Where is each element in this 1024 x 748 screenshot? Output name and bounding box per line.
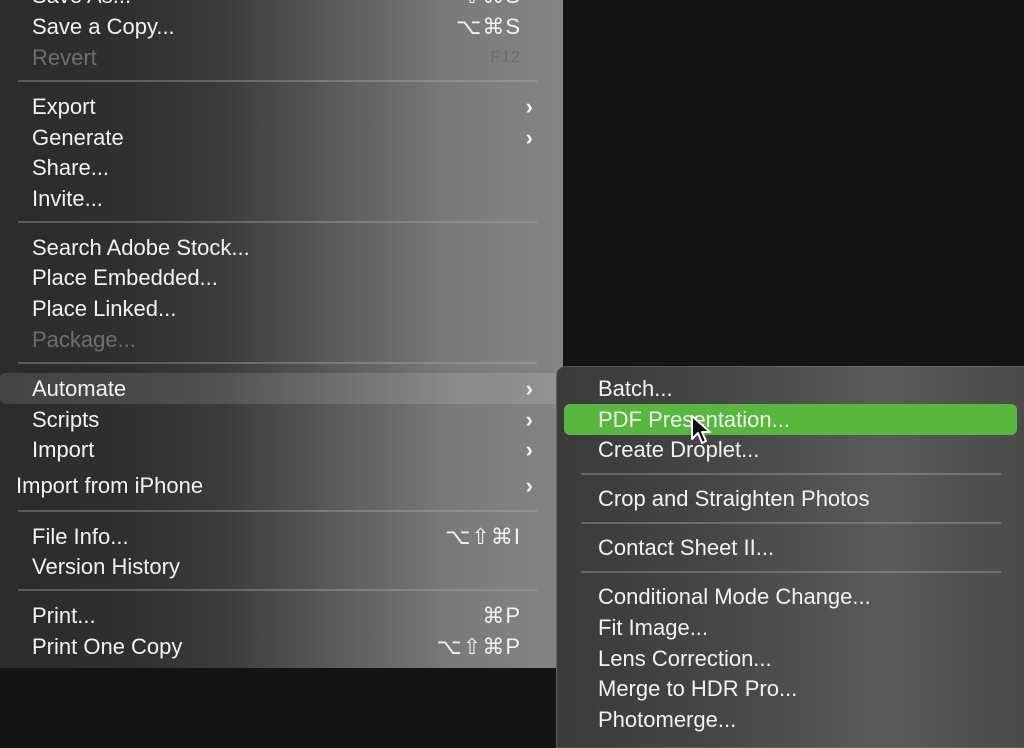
menu-item-scripts[interactable]: Scripts › [0, 404, 563, 435]
menu-separator [18, 362, 537, 364]
menu-separator [18, 80, 537, 82]
automate-submenu: Batch... PDF Presentation... Create Drop… [556, 366, 1024, 748]
shortcut: ⇧⌘S [463, 0, 521, 11]
submenu-item-crop-and-straighten[interactable]: Crop and Straighten Photos [557, 483, 1024, 514]
menu-separator [581, 522, 1001, 524]
submenu-item-contact-sheet[interactable]: Contact Sheet II... [557, 532, 1024, 563]
shortcut: ⌘P [482, 603, 521, 628]
menu-item-export[interactable]: Export › [0, 91, 563, 122]
submenu-item-photomerge[interactable]: Photomerge... [557, 704, 1024, 735]
menu-item-print-one-copy[interactable]: Print One Copy ⌥⇧⌘P [0, 631, 563, 662]
file-menu: Save As... ⇧⌘S Save a Copy... ⌥⌘S Revert… [0, 0, 563, 668]
submenu-item-merge-to-hdr-pro[interactable]: Merge to HDR Pro... [557, 673, 1024, 704]
shortcut: F12 [490, 49, 521, 66]
menu-item-file-info[interactable]: File Info... ⌥⇧⌘I [0, 521, 563, 552]
mouse-pointer-icon [691, 415, 711, 444]
menu-item-place-linked[interactable]: Place Linked... [0, 293, 563, 324]
menu-item-import[interactable]: Import › [0, 434, 563, 465]
menu-separator [18, 510, 537, 512]
menu-item-place-embedded[interactable]: Place Embedded... [0, 262, 563, 293]
submenu-item-fit-image[interactable]: Fit Image... [557, 612, 1024, 643]
menu-item-print[interactable]: Print... ⌘P [0, 600, 563, 631]
menu-item-package: Package... [32, 327, 136, 352]
menu-item-search-adobe-stock[interactable]: Search Adobe Stock... [0, 232, 563, 263]
menu-item-invite[interactable]: Invite... [0, 183, 563, 214]
chevron-right-icon: › [525, 125, 533, 150]
chevron-right-icon: › [525, 376, 533, 401]
shortcut: ⌥⇧⌘I [445, 524, 521, 549]
menu-item-share[interactable]: Share... [0, 152, 563, 183]
menu-item-revert: Revert F12 [0, 42, 563, 73]
chevron-right-icon: › [525, 94, 533, 119]
submenu-item-create-droplet[interactable]: Create Droplet... [557, 434, 1024, 465]
menu-separator [581, 571, 1001, 573]
chevron-right-icon: › [525, 437, 533, 462]
shortcut: ⌥⌘S [455, 14, 521, 39]
shortcut: ⌥⇧⌘P [436, 634, 521, 659]
chevron-right-icon: › [525, 407, 533, 432]
menu-item-automate[interactable]: Automate › [0, 373, 563, 404]
menu-item-import-from-iphone[interactable]: Import from iPhone › [0, 470, 563, 501]
submenu-item-batch[interactable]: Batch... [557, 373, 1024, 404]
chevron-right-icon: › [525, 473, 533, 498]
menu-separator [18, 221, 537, 223]
menu-item-generate[interactable]: Generate › [0, 122, 563, 153]
menu-separator [581, 473, 1001, 475]
menu-item-save-as[interactable]: Save As... ⇧⌘S [0, 0, 563, 11]
submenu-item-pdf-presentation[interactable]: PDF Presentation... [564, 404, 1017, 435]
menu-item-version-history[interactable]: Version History [0, 551, 563, 582]
submenu-item-lens-correction[interactable]: Lens Correction... [557, 643, 1024, 674]
menu-item-save-a-copy[interactable]: Save a Copy... ⌥⌘S [0, 11, 563, 42]
menu-separator [18, 589, 537, 591]
submenu-item-conditional-mode-change[interactable]: Conditional Mode Change... [557, 581, 1024, 612]
